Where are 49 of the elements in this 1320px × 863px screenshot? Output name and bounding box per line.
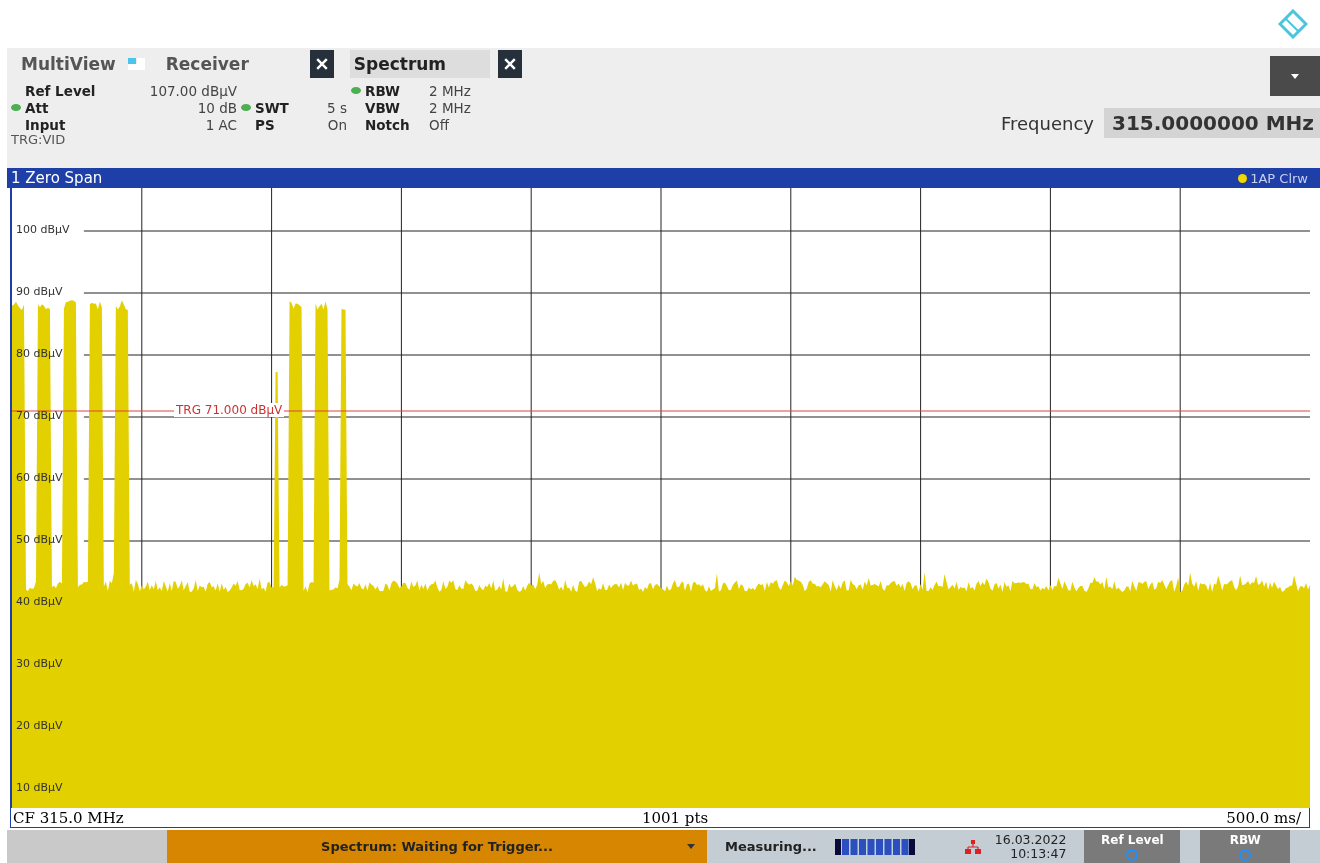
channel-tab[interactable]: Spectrum	[349, 50, 490, 78]
setting-label: Notch	[365, 116, 411, 133]
measuring-text: Measuring...	[725, 839, 817, 854]
setting-value: 5 s	[326, 99, 347, 116]
close-button[interactable]	[309, 50, 334, 78]
network-icon	[964, 839, 981, 854]
setting-label: VBW	[365, 99, 401, 116]
date-text: 16.03.2022	[994, 832, 1067, 847]
setting-value: 2 MHz	[428, 99, 472, 116]
close-icon	[503, 58, 516, 70]
softkey-button[interactable]: Ref Level	[1084, 830, 1181, 863]
multiview-icon	[127, 58, 146, 70]
axis-label: 20 dBµV	[16, 719, 63, 732]
setting-value: Off	[428, 116, 451, 133]
softkey-button[interactable]: RBW	[1200, 830, 1291, 863]
trigger-level-label: TRG 71.000 dBµV	[174, 403, 285, 417]
trigger-source: TRG:VID	[11, 132, 66, 147]
axis-label: 100 dBµV	[16, 223, 70, 236]
status-message[interactable]: Spectrum: Waiting for Trigger...	[167, 830, 707, 863]
axis-label: 30 dBµV	[16, 657, 63, 670]
trace-label: 1AP Clrw	[1238, 170, 1308, 186]
axis-label: 40 dBµV	[16, 595, 63, 608]
setting-label: RBW	[365, 82, 401, 99]
setting-value: 107.00 dBµV	[148, 82, 237, 99]
center-frequency: CF 315.0 MHz	[13, 808, 124, 827]
frequency-value[interactable]: 315.0000000 MHz	[1104, 108, 1320, 138]
setting-label: PS	[255, 116, 276, 133]
setting-value: On	[326, 116, 347, 133]
setting-value: 2 MHz	[428, 82, 472, 99]
setting-label: Att	[25, 99, 50, 116]
caret-icon	[687, 844, 695, 849]
setting-label: SWT	[255, 99, 290, 116]
time-per-division: 500.0 ms/	[1226, 808, 1301, 827]
setting-value: 1 AC	[204, 116, 237, 133]
logo-icon	[1278, 9, 1308, 39]
channel-tab[interactable]: Receiver	[161, 50, 302, 78]
axis-label: 10 dBµV	[16, 781, 63, 794]
multiview-tab[interactable]: MultiView	[17, 50, 120, 78]
sweep-points: 1001 pts	[641, 808, 709, 827]
frequency-label: Frequency	[1001, 112, 1094, 134]
setting-label: Ref Level	[25, 82, 97, 99]
setting-value: 10 dB	[196, 99, 237, 116]
setting-label: Input	[25, 116, 67, 133]
diagram-title: 1 Zero Span	[11, 169, 103, 187]
time-text: 10:13:47	[1010, 846, 1067, 861]
close-icon	[315, 58, 328, 70]
axis-label: 90 dBµV	[16, 285, 63, 298]
activity-indicator-icon	[834, 838, 915, 855]
close-button[interactable]	[497, 50, 522, 78]
